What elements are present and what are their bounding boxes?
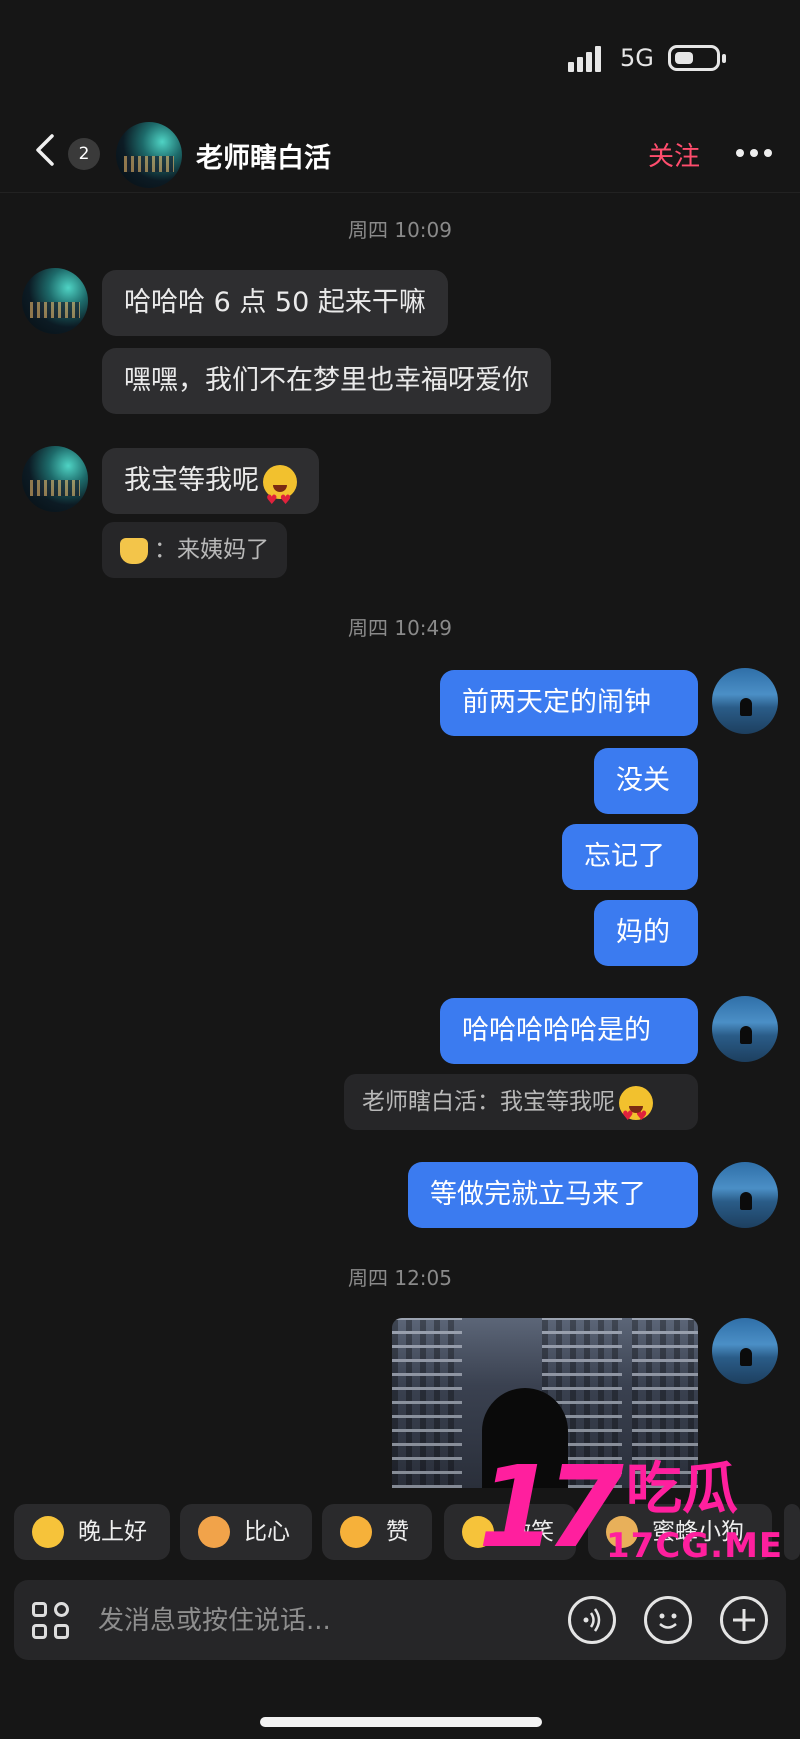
contact-avatar[interactable] — [116, 122, 182, 188]
my-avatar[interactable] — [712, 668, 778, 734]
home-indicator[interactable] — [260, 1717, 542, 1727]
quoted-reply[interactable]: ：来姨妈了 — [102, 522, 287, 578]
message-bubble-outgoing[interactable]: 等做完就立马来了 — [408, 1162, 698, 1228]
watermark-url: 17CG.ME — [606, 1526, 784, 1566]
cat-emoji-icon — [120, 537, 148, 564]
my-avatar[interactable] — [712, 996, 778, 1062]
thumbs-up-icon — [340, 1516, 372, 1548]
chip-label: 晚上好 — [78, 1519, 147, 1545]
emoji-icon[interactable] — [644, 1596, 692, 1644]
message-bubble-outgoing[interactable]: 没关 — [594, 748, 698, 814]
voice-icon[interactable] — [568, 1596, 616, 1644]
contact-avatar[interactable] — [22, 446, 88, 512]
back-chevron-icon[interactable] — [28, 132, 64, 168]
quick-reply-chip[interactable]: 比心 — [180, 1504, 312, 1560]
my-avatar[interactable] — [712, 1162, 778, 1228]
heart-hand-icon — [198, 1516, 230, 1548]
status-bar: 5G — [0, 0, 800, 110]
network-type: 5G — [620, 44, 654, 72]
message-bubble-incoming[interactable]: 我宝等我呢 — [102, 448, 319, 534]
quoted-text: 老师瞎白活：我宝等我呢 — [362, 1089, 615, 1115]
contact-name[interactable]: 老师瞎白活 — [196, 136, 331, 175]
timestamp: 周四 12:05 — [348, 1266, 452, 1290]
chip-label: 比心 — [244, 1519, 290, 1545]
chip-label: 赞 — [386, 1519, 409, 1545]
quoted-reply[interactable]: 老师瞎白活：我宝等我呢 — [344, 1074, 698, 1145]
watermark-number: 17 — [478, 1443, 624, 1573]
message-bubble-outgoing[interactable]: 妈的 — [594, 900, 698, 966]
message-bubble-outgoing[interactable]: 前两天定的闹钟 — [440, 670, 698, 736]
my-avatar[interactable] — [712, 1318, 778, 1384]
chat-header: 2 老师瞎白活 关注 — [0, 110, 800, 193]
quick-reply-chip[interactable]: 赞 — [322, 1504, 432, 1560]
contact-avatar[interactable] — [22, 268, 88, 334]
heart-eyes-emoji-icon — [619, 1085, 653, 1145]
apps-grid-icon[interactable] — [32, 1602, 72, 1642]
add-icon[interactable] — [720, 1596, 768, 1644]
star-face-icon — [32, 1516, 64, 1548]
message-input[interactable] — [96, 1598, 500, 1644]
quick-reply-chip[interactable]: 晚上好 — [14, 1504, 170, 1560]
message-bubble-incoming[interactable]: 嘿嘿，我们不在梦里也幸福呀爱你 — [102, 348, 551, 414]
signal-icon — [568, 46, 606, 72]
more-options-icon[interactable] — [734, 146, 774, 160]
message-text: 我宝等我呢 — [124, 465, 259, 496]
unread-count-badge: 2 — [68, 138, 100, 170]
heart-eyes-emoji-icon — [263, 464, 297, 534]
watermark-chars: 吃瓜 — [626, 1457, 738, 1522]
quoted-text: ：来姨妈了 — [154, 537, 269, 563]
watermark-logo: 17 吃瓜 17CG.ME — [478, 1452, 798, 1572]
message-bubble-outgoing[interactable]: 忘记了 — [562, 824, 698, 890]
timestamp: 周四 10:49 — [348, 616, 452, 640]
battery-icon — [668, 45, 726, 71]
timestamp: 周四 10:09 — [348, 218, 452, 242]
message-bubble-outgoing[interactable]: 哈哈哈哈哈是的 — [440, 998, 698, 1064]
message-composer — [14, 1580, 786, 1660]
message-bubble-incoming[interactable]: 哈哈哈 6 点 50 起来干嘛 — [102, 270, 448, 336]
follow-button[interactable]: 关注 — [648, 136, 700, 173]
